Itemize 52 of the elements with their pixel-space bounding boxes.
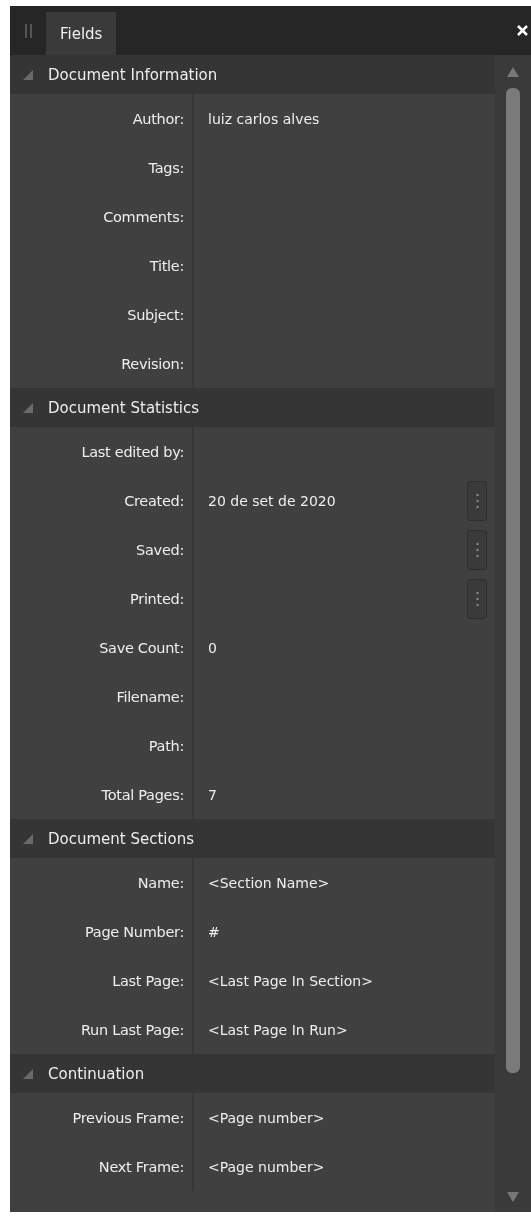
field-label: Title: — [148, 257, 185, 274]
field-label: Name: — [136, 874, 185, 891]
close-icon — [516, 24, 529, 37]
vertical-dots-icon — [475, 590, 479, 607]
vertical-dots-icon — [475, 492, 479, 509]
expand-triangle-icon[interactable] — [22, 68, 34, 81]
field-label: Total Pages: — [100, 786, 185, 803]
section-title: Document Statistics — [48, 398, 200, 417]
field-label: Previous Frame: — [71, 1109, 185, 1126]
field-label: Printed: — [129, 590, 185, 607]
field-value: 20 de set de 2020 — [208, 492, 336, 509]
field-label: Created: — [123, 492, 185, 509]
field-value: <Section Name> — [208, 874, 330, 891]
scrollbar[interactable] — [495, 55, 531, 1212]
more-button[interactable] — [467, 480, 487, 521]
section-title: Document Sections — [48, 829, 195, 848]
section-title: Continuation — [48, 1064, 145, 1083]
section-header[interactable]: Continuation — [10, 1054, 495, 1093]
field-label: Path: — [147, 737, 185, 754]
field-label: Author: — [131, 110, 185, 127]
section-header[interactable]: Document Statistics — [10, 388, 495, 427]
field-value: <Page number> — [208, 1109, 325, 1126]
field-value: 0 — [208, 639, 217, 656]
section-title: Document Information — [48, 65, 218, 84]
section-header[interactable]: Document Information — [10, 55, 495, 94]
more-button[interactable] — [467, 578, 487, 619]
field-label: Last edited by: — [80, 443, 185, 460]
field-label: Filename: — [115, 688, 185, 705]
field-label: Revision: — [120, 355, 185, 372]
field-label: Comments: — [102, 208, 185, 225]
field-label: Tags: — [147, 159, 185, 176]
field-value: <Last Page In Run> — [208, 1021, 348, 1038]
field-label: Subject: — [126, 306, 185, 323]
expand-triangle-icon[interactable] — [22, 832, 34, 845]
vertical-dots-icon — [475, 541, 479, 558]
field-label: Page Number: — [84, 923, 185, 940]
expand-triangle-icon[interactable] — [22, 1067, 34, 1080]
expand-triangle-icon[interactable] — [22, 401, 34, 414]
tab[interactable]: Fields — [46, 12, 117, 55]
field-label: Next Frame: — [97, 1158, 185, 1175]
section-header[interactable]: Document Sections — [10, 819, 495, 858]
field-value: <Page number> — [208, 1158, 325, 1175]
field-value: luiz carlos alves — [208, 110, 320, 127]
field-label: Run Last Page: — [80, 1021, 185, 1038]
more-button[interactable] — [467, 529, 487, 570]
field-label: Saved: — [135, 541, 185, 558]
field-value: <Last Page In Section> — [208, 972, 373, 989]
field-label: Last Page: — [111, 972, 185, 989]
grip-handle[interactable] — [25, 23, 32, 38]
field-value: 7 — [208, 786, 217, 803]
field-value: # — [208, 923, 220, 940]
field-label: Save Count: — [98, 639, 185, 656]
